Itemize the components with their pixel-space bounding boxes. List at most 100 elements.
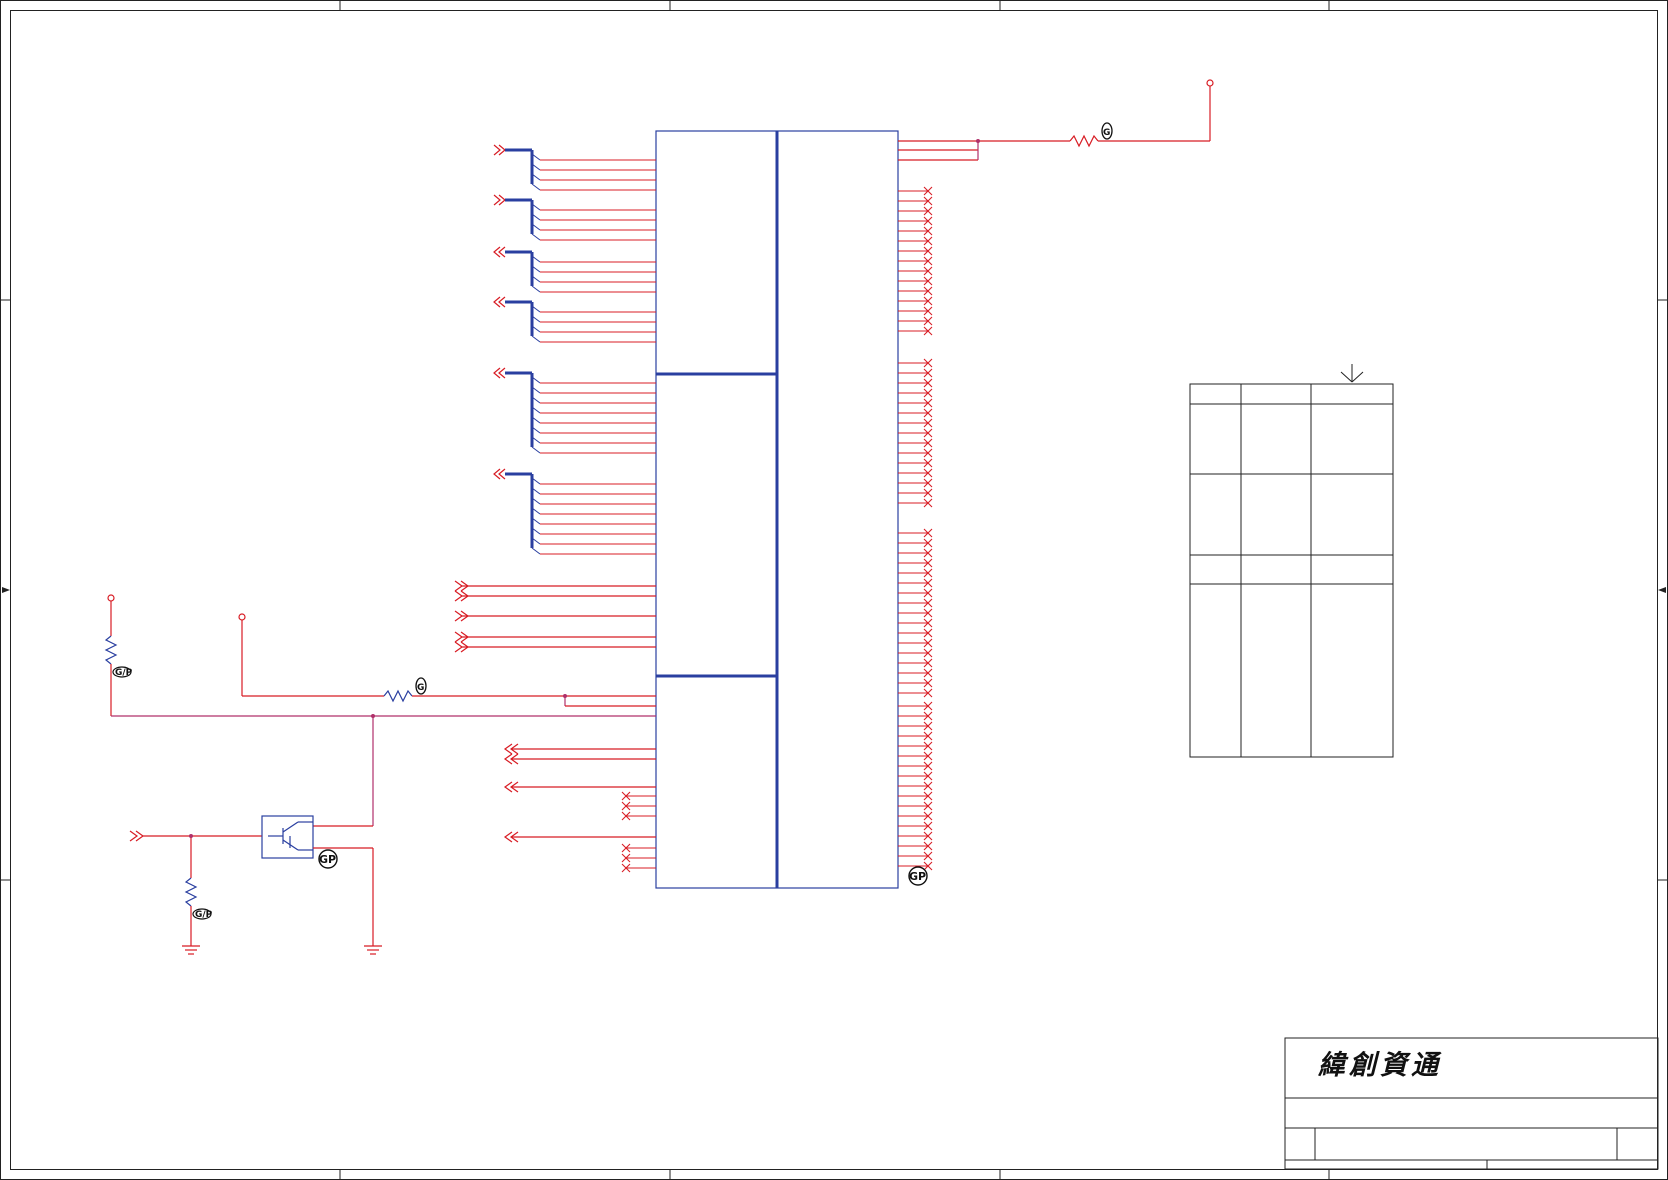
bus-group: [493, 144, 656, 191]
resistor-marker-left: G/P: [112, 666, 133, 678]
nc-pin: [898, 638, 933, 648]
nc-pin: [898, 741, 933, 751]
nc-pin: [898, 206, 933, 216]
nc-pin: [898, 771, 933, 781]
nc-pin: [898, 186, 933, 196]
nc-pin: [898, 428, 933, 438]
nc-pin: [898, 448, 933, 458]
right-nc-pins: [898, 186, 933, 871]
nc-pin: [898, 568, 933, 578]
nc-pin: [898, 256, 933, 266]
bus-group: [493, 296, 656, 343]
nc-pin: [898, 488, 933, 498]
gp-marker-ic: GP: [908, 866, 928, 886]
nc-pin: [898, 196, 933, 206]
nc-pin: [898, 226, 933, 236]
nc-pin: [898, 306, 933, 316]
nc-pin: [898, 548, 933, 558]
svg-text:GP: GP: [909, 870, 926, 883]
left-single-pins: [454, 580, 656, 843]
nc-pin: [898, 598, 933, 608]
nc-pin: [898, 701, 933, 711]
nc-pin: [898, 648, 933, 658]
nc-pin: [898, 721, 933, 731]
junction-dot: [976, 139, 980, 143]
bus-group: [493, 367, 656, 454]
top-right-net: [898, 79, 1214, 161]
nc-pin: [898, 266, 933, 276]
nc-pin: [898, 368, 933, 378]
svg-text:G/P: G/P: [195, 910, 213, 920]
resistor-marker-bottom: G/P: [192, 908, 213, 920]
resistor-marker-mid: G: [415, 677, 427, 695]
left-nc-pins: [621, 791, 656, 873]
svg-text:G/P: G/P: [115, 668, 133, 678]
schematic-sheet: G G G/P G/P GP GP 緯創資通: [0, 0, 1668, 1180]
nc-pin: [898, 751, 933, 761]
gp-marker-transistor: GP: [318, 849, 338, 869]
nc-pin: [898, 378, 933, 388]
nc-pin: [898, 296, 933, 306]
nc-pin: [898, 538, 933, 548]
junction-dot: [563, 694, 567, 698]
nc-pin: [898, 216, 933, 226]
nc-pin: [898, 276, 933, 286]
svg-text:G: G: [417, 683, 424, 693]
nc-pin: [898, 528, 933, 538]
sheet-frame: [0, 0, 1668, 1180]
nc-pin: [898, 711, 933, 721]
nc-pin: [898, 558, 933, 568]
nc-pin: [898, 821, 933, 831]
nc-pin: [898, 791, 933, 801]
nc-pin: [898, 851, 933, 861]
nc-pin: [898, 236, 933, 246]
company-name: 緯創資通: [1317, 1050, 1442, 1081]
nc-pin: [898, 688, 933, 698]
nc-pin: [898, 628, 933, 638]
center-arrow-left: [2, 587, 10, 593]
bus-group: [493, 246, 656, 293]
junction-dot: [371, 714, 375, 718]
nc-pin: [898, 388, 933, 398]
nc-pin: [898, 801, 933, 811]
nc-pin: [898, 761, 933, 771]
bus-group: [493, 468, 656, 555]
bus-group: [493, 194, 656, 241]
nc-pin: [898, 468, 933, 478]
nc-pin: [898, 398, 933, 408]
nc-pin: [898, 418, 933, 428]
nc-pin: [898, 326, 933, 336]
center-arrow-right: [1658, 587, 1666, 593]
nc-pin: [898, 478, 933, 488]
nc-pin: [898, 668, 933, 678]
nc-pin: [898, 781, 933, 791]
nc-pin: [898, 408, 933, 418]
nc-pin: [898, 316, 933, 326]
revision-table: [1189, 364, 1394, 758]
resistor-marker-top: G: [1101, 122, 1113, 140]
nc-pin: [898, 358, 933, 368]
nc-pin: [898, 588, 933, 598]
nc-pin: [898, 831, 933, 841]
nc-pin: [898, 841, 933, 851]
transistor-circuit: [129, 815, 382, 955]
nc-pin: [898, 438, 933, 448]
nc-pin: [898, 731, 933, 741]
nc-pin: [898, 811, 933, 821]
svg-text:GP: GP: [319, 853, 336, 866]
nc-pin: [898, 578, 933, 588]
nc-pin: [898, 608, 933, 618]
nc-pin: [898, 658, 933, 668]
left-bus-groups: [493, 144, 656, 555]
ic-symbol: [655, 130, 899, 889]
offpage-connector-in: [493, 144, 501, 156]
pullup-net: [104, 594, 656, 827]
offpage-connector-in: [493, 194, 501, 206]
nc-pin: [898, 286, 933, 296]
nc-pin: [898, 678, 933, 688]
svg-text:G: G: [1103, 128, 1110, 138]
nc-pin: [898, 246, 933, 256]
nc-pin: [898, 618, 933, 628]
nc-pin: [898, 498, 933, 508]
junction-dot: [189, 834, 193, 838]
